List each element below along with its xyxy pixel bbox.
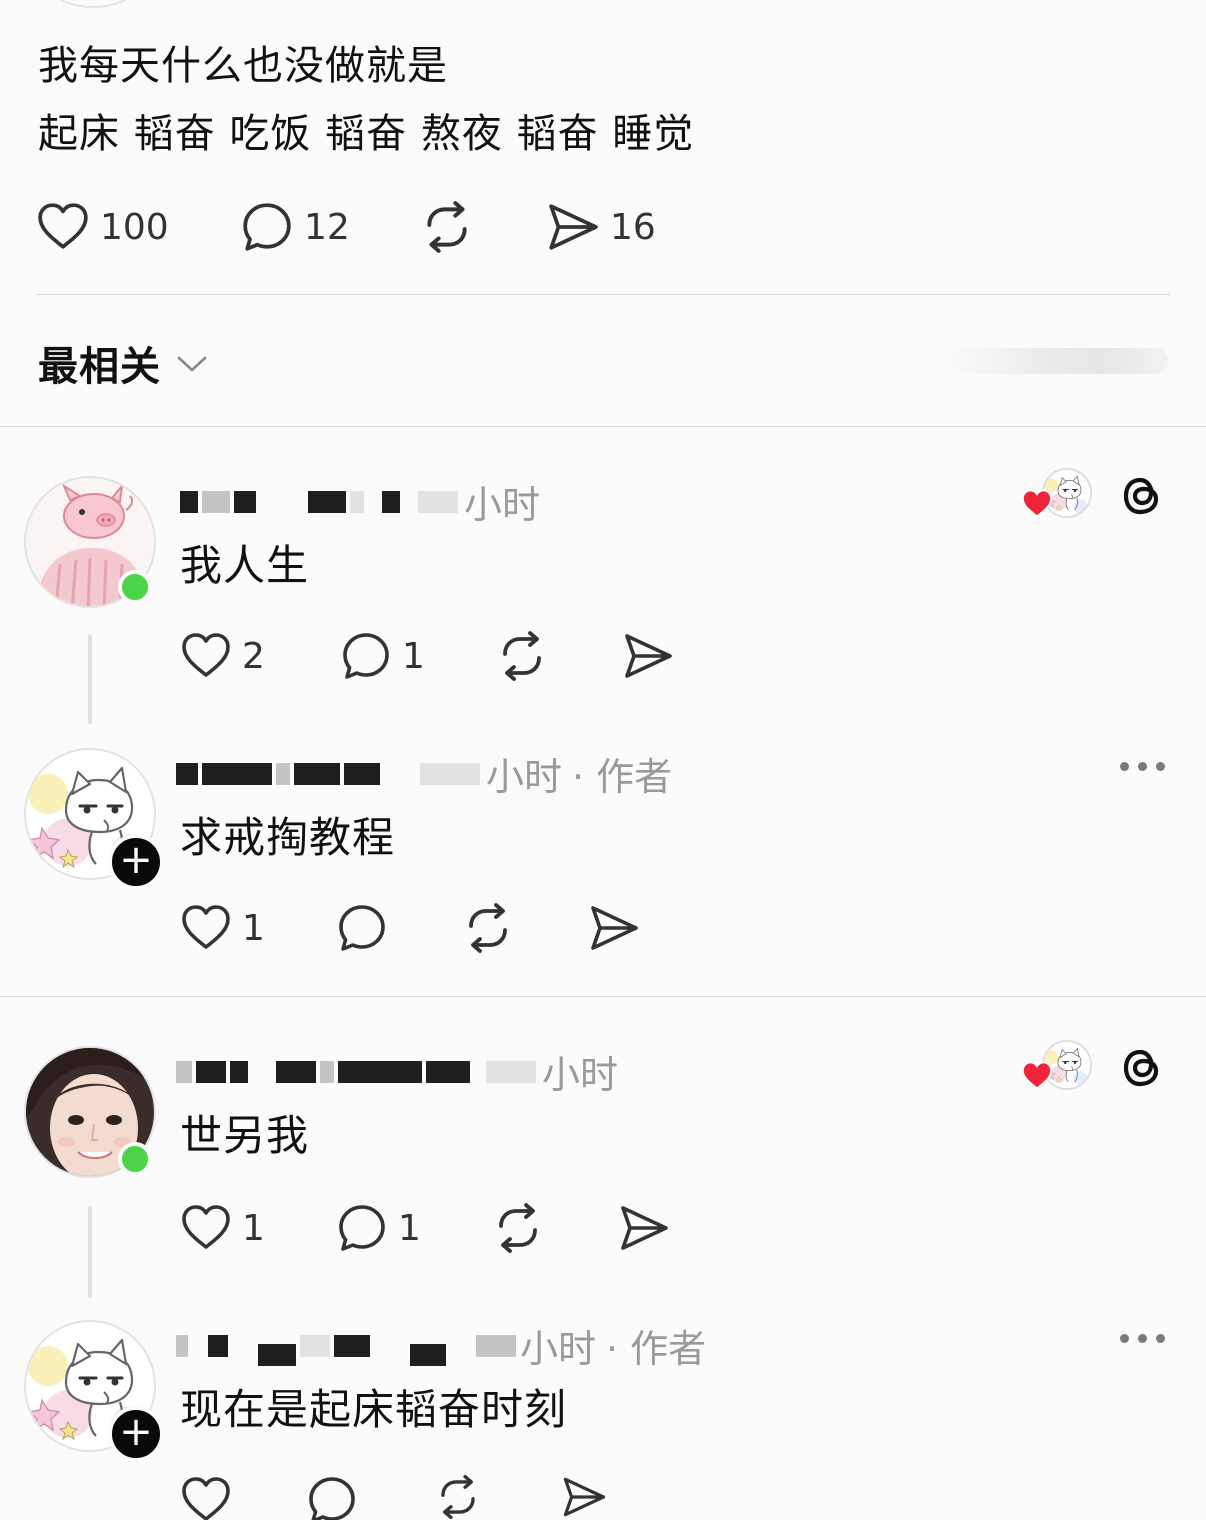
post-comment-count: 12 [304,206,350,248]
chevron-down-icon [177,356,207,372]
threads-icon[interactable] [1118,472,1166,520]
reply-repost-button[interactable] [492,1202,544,1254]
author-tag: · 作者 [606,1327,707,1371]
reply-text: 现在是起床韬奋时刻 [180,1385,568,1434]
share-icon [618,1202,670,1254]
reply-repost-button[interactable] [496,630,548,682]
heart-filled-icon [1021,1061,1053,1090]
comment-icon [336,902,388,954]
reply-meta: 小时 · 作者 [176,1318,706,1373]
reply-like-count: 1 [242,1207,265,1249]
reply-comment-button[interactable]: 1 [336,1202,421,1254]
post-like-button[interactable]: 100 [36,200,169,254]
post-comment-button[interactable]: 12 [240,200,350,254]
reply-share-button[interactable] [622,630,674,682]
more-icon[interactable] [1120,1334,1165,1343]
post-share-count: 16 [610,206,656,248]
sort-label: 最相关 [38,344,161,390]
redacted-username [176,1334,188,1357]
comment-icon [336,1202,388,1254]
reply-text: 求戒掏教程 [180,813,396,862]
section-divider [0,996,1206,997]
plus-icon: + [119,837,153,883]
reply-like-button[interactable]: 2 [180,630,265,682]
reply-like-count: 1 [242,907,265,949]
post-like-count: 100 [100,206,169,248]
reply-comment-button[interactable] [306,1474,358,1520]
more-icon[interactable] [1120,762,1165,771]
reply-comment-button[interactable]: 1 [340,630,425,682]
author-liked-indicator [1020,1040,1094,1092]
reply-repost-button[interactable] [462,902,514,954]
reply-meta: 小时 · 作者 [176,746,672,801]
redacted-username [176,762,198,785]
threads-icon[interactable] [1118,1044,1166,1092]
reply-time: 小时 [520,1327,597,1371]
reply-meta: 小时 [180,474,540,529]
reply-comment-count: 1 [398,1207,421,1249]
online-status-dot [118,1142,152,1176]
thread-line [88,1206,92,1298]
heart-icon [180,630,232,682]
reply-time: 小时 [486,755,563,799]
heart-icon [180,902,232,954]
reply-like-button[interactable] [180,1474,232,1520]
section-divider [0,426,1206,427]
heart-icon [180,1474,232,1520]
reply-like-button[interactable]: 1 [180,1202,265,1254]
follow-button[interactable]: + [108,1406,164,1462]
sort-dropdown[interactable]: 最相关 [38,334,209,392]
comment-icon [306,1474,358,1520]
reply-share-button[interactable] [588,902,640,954]
online-status-dot [118,570,152,604]
share-icon [558,1474,610,1520]
post-repost-button[interactable] [420,200,474,254]
post-text-line-1: 我每天什么也没做就是 [38,43,448,89]
reply-meta: 小时 [176,1044,618,1099]
author-liked-indicator [1020,468,1094,520]
thread-line [88,634,92,724]
reply-comment-button[interactable] [336,902,388,954]
redacted-username [176,1060,192,1083]
reply-repost-button[interactable] [432,1474,484,1520]
repost-icon [496,630,548,682]
repost-icon [432,1474,484,1520]
repost-icon [462,902,514,954]
post-text-line-2: 起床 韬奋 吃饭 韬奋 熬夜 韬奋 睡觉 [38,111,695,157]
reply-time: 小时 [464,483,541,527]
reply-text: 我人生 [180,541,310,590]
heart-icon [36,200,90,254]
comment-icon [240,200,294,254]
share-icon [588,902,640,954]
reply-share-button[interactable] [558,1474,610,1520]
repost-icon [420,200,474,254]
reply-share-button[interactable] [618,1202,670,1254]
author-tag: · 作者 [572,755,673,799]
divider [36,294,1170,295]
repost-icon [492,1202,544,1254]
comment-icon [340,630,392,682]
reply-like-count: 2 [242,635,265,677]
reply-like-button[interactable]: 1 [180,902,265,954]
post-share-button[interactable]: 16 [546,200,656,254]
heart-filled-icon [1021,489,1053,518]
share-icon [546,200,600,254]
post-author-avatar[interactable] [48,0,138,8]
reply-text: 世另我 [180,1111,310,1160]
blurred-activity-link[interactable] [950,348,1168,374]
reply-time: 小时 [542,1053,619,1097]
share-icon [622,630,674,682]
redacted-username [180,490,198,513]
follow-button[interactable]: + [108,834,164,890]
heart-icon [180,1202,232,1254]
plus-icon: + [119,1409,153,1455]
reply-comment-count: 1 [402,635,425,677]
